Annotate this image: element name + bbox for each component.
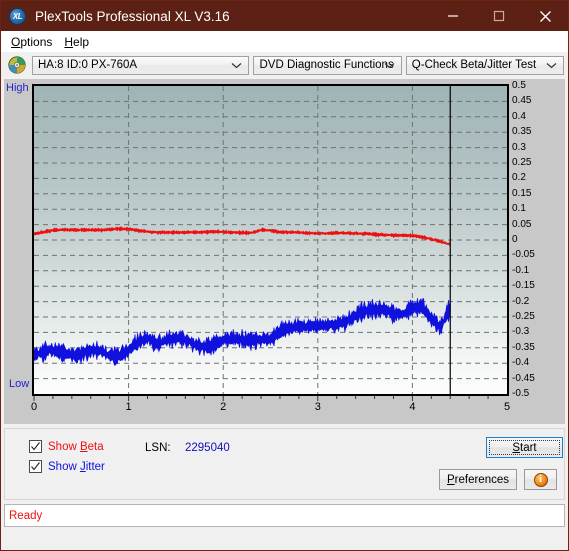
maximize-icon bbox=[493, 10, 505, 22]
y-tick-label: -0.5 bbox=[512, 388, 530, 399]
x-tick-label: 5 bbox=[503, 401, 511, 413]
y-tick-label: -0.05 bbox=[512, 249, 535, 261]
x-axis-tick-labels: 0 1 2 3 4 5 bbox=[30, 399, 511, 419]
y-tick-label: 0.25 bbox=[512, 157, 532, 168]
axis-label-low: Low bbox=[9, 378, 30, 390]
chevron-down-icon bbox=[231, 57, 242, 74]
optical-disc-icon bbox=[8, 56, 26, 74]
controls-panel: Show Beta Show Jitter LSN: 2295040 Start… bbox=[4, 428, 565, 500]
menu-item-options-label: ptions bbox=[20, 34, 53, 49]
x-tick-label: 3 bbox=[314, 401, 321, 413]
y-tick-label: -0.45 bbox=[512, 372, 535, 384]
chevron-down-icon bbox=[546, 57, 557, 74]
show-beta-label: Show Beta bbox=[48, 441, 104, 453]
title-bar: XL PlexTools Professional XL V3.16 bbox=[1, 1, 568, 31]
y-tick-label: 0.05 bbox=[512, 218, 532, 230]
y-tick-label: -0.1 bbox=[512, 264, 530, 276]
x-tick-label: 4 bbox=[409, 401, 416, 413]
graph-panel: High Low 0.5 0.45 0.4 0.35 0.3 0.25 0.2 0.15 0.1… bbox=[4, 79, 565, 424]
y-tick-label: -0.4 bbox=[512, 357, 530, 369]
preferences-label: references bbox=[454, 473, 509, 486]
maximize-button[interactable] bbox=[476, 1, 522, 31]
app-icon: XL bbox=[9, 7, 26, 25]
show-beta-label-post: eta bbox=[87, 440, 104, 453]
info-button[interactable]: i bbox=[524, 469, 557, 490]
show-jitter-label: Show Jitter bbox=[48, 461, 105, 473]
plextools-window: XL PlexTools Professional XL V3.16 Optio… bbox=[0, 0, 569, 551]
plot-area bbox=[32, 84, 509, 396]
y-tick-label: 0.4 bbox=[512, 110, 526, 122]
test-select-value: Q-Check Beta/Jitter Test bbox=[411, 59, 537, 71]
y-tick-label: 0.45 bbox=[512, 95, 532, 107]
menu-item-help-label: elp bbox=[73, 34, 90, 49]
start-label: tart bbox=[520, 441, 537, 454]
show-beta-accel: B bbox=[79, 440, 88, 453]
toolbar: HA:8 ID:0 PX-760A DVD Diagnostic Functio… bbox=[1, 52, 568, 78]
y-tick-label: 0.35 bbox=[512, 126, 532, 138]
preferences-button[interactable]: Preferences bbox=[439, 469, 517, 490]
show-jitter-label-pre: Show bbox=[48, 460, 80, 473]
minimize-button[interactable] bbox=[430, 1, 476, 31]
start-accel: S bbox=[512, 441, 521, 454]
window-title: PlexTools Professional XL V3.16 bbox=[35, 8, 230, 24]
x-tick-label: 2 bbox=[220, 401, 227, 413]
y-tick-label: 0.2 bbox=[512, 172, 526, 184]
y-tick-label: -0.35 bbox=[512, 341, 535, 353]
lsn-value: 2295040 bbox=[185, 442, 230, 454]
start-button[interactable]: Start bbox=[486, 437, 563, 458]
minimize-icon bbox=[448, 15, 458, 17]
drive-select[interactable]: HA:8 ID:0 PX-760A bbox=[32, 55, 250, 75]
show-beta-row[interactable]: Show Beta bbox=[29, 440, 104, 453]
show-beta-label-pre: Show bbox=[48, 440, 80, 453]
menu-bar: Options Help bbox=[1, 31, 568, 52]
function-select[interactable]: DVD Diagnostic Functions bbox=[253, 55, 402, 75]
lsn-label: LSN: bbox=[145, 442, 171, 454]
function-select-value: DVD Diagnostic Functions bbox=[259, 59, 394, 71]
drive-select-value: HA:8 ID:0 PX-760A bbox=[38, 59, 138, 71]
check-icon bbox=[31, 462, 40, 471]
test-select[interactable]: Q-Check Beta/Jitter Test bbox=[405, 55, 564, 75]
status-bar: Ready bbox=[4, 504, 565, 527]
x-tick-label: 0 bbox=[30, 401, 38, 413]
menu-item-help[interactable]: Help bbox=[60, 34, 97, 50]
y-tick-label: 0.5 bbox=[512, 80, 526, 91]
y-axis-tick-labels: 0.5 0.45 0.4 0.35 0.3 0.25 0.2 0.15 0.1 0.05 0 -0.0… bbox=[512, 79, 552, 401]
beta-jitter-plot bbox=[34, 86, 507, 394]
preferences-accel: P bbox=[446, 473, 455, 486]
show-beta-checkbox[interactable] bbox=[29, 440, 42, 453]
show-jitter-row[interactable]: Show Jitter bbox=[29, 460, 105, 473]
chevron-down-icon bbox=[384, 57, 395, 74]
status-text: Ready bbox=[9, 509, 43, 522]
y-tick-label: 0.15 bbox=[512, 187, 532, 199]
y-tick-label: 0.3 bbox=[512, 141, 526, 153]
info-icon: i bbox=[533, 472, 548, 487]
y-tick-label: 0.1 bbox=[512, 203, 526, 215]
x-tick-label: 1 bbox=[125, 401, 132, 413]
y-tick-label: -0.2 bbox=[512, 295, 530, 307]
y-tick-label: -0.15 bbox=[512, 280, 535, 292]
axis-label-high: High bbox=[6, 82, 29, 94]
menu-item-options[interactable]: Options bbox=[7, 34, 60, 50]
start-button-inner: Start bbox=[489, 440, 560, 455]
window-buttons bbox=[430, 1, 568, 31]
y-tick-label: -0.25 bbox=[512, 311, 535, 322]
close-button[interactable] bbox=[522, 1, 568, 31]
y-tick-label: 0 bbox=[512, 234, 518, 245]
y-tick-label: -0.3 bbox=[512, 326, 530, 338]
show-jitter-checkbox[interactable] bbox=[29, 460, 42, 473]
check-icon bbox=[31, 442, 40, 451]
show-jitter-label-post: itter bbox=[85, 460, 105, 473]
close-icon bbox=[539, 10, 551, 22]
